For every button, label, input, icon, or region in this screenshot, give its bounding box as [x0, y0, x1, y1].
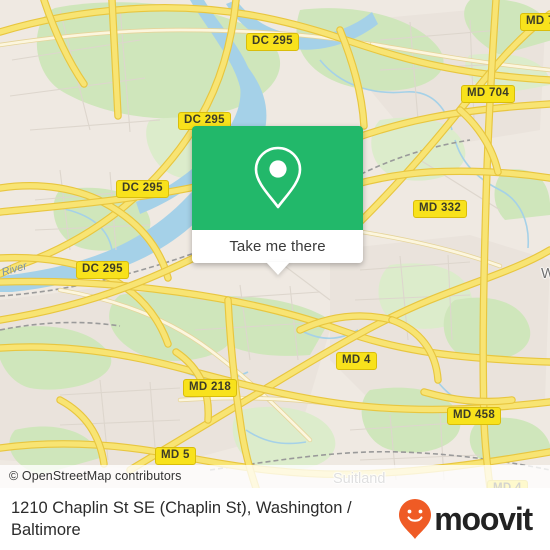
road-shield: MD 4 — [336, 352, 377, 370]
road-shield: MD 458 — [447, 407, 502, 425]
address-title: 1210 Chaplin St SE (Chaplin St), Washing… — [11, 499, 352, 539]
road-shield: MD 7 — [520, 13, 550, 31]
moovit-wordmark: moovit — [434, 501, 533, 537]
place-label-partial: W — [541, 266, 550, 282]
road-shield: DC 295 — [246, 33, 299, 51]
moovit-pin-smiley-icon — [399, 499, 432, 539]
road-shield: MD 5 — [155, 447, 196, 465]
footer-bar: 1210 Chaplin St SE (Chaplin St), Washing… — [0, 488, 550, 550]
road-shield: DC 295 — [76, 261, 129, 279]
map-callout-card[interactable]: Take me there — [192, 126, 363, 275]
road-shield: MD 332 — [413, 200, 468, 218]
moovit-map-screenshot: .land { fill:#efe9e2; } .park { fill:#cf… — [0, 0, 550, 550]
moovit-logo[interactable]: moovit — [398, 498, 540, 540]
road-shield: DC 295 — [116, 180, 169, 198]
road-shield: MD 218 — [183, 379, 238, 397]
osm-attribution[interactable]: © OpenStreetMap contributors — [0, 465, 550, 488]
map-pin-icon — [254, 146, 301, 209]
callout-tail — [265, 262, 290, 275]
road-shield: MD 704 — [461, 85, 516, 103]
callout-action-bar[interactable]: Take me there — [192, 230, 363, 275]
callout-icon-panel — [192, 126, 363, 230]
take-me-there-label: Take me there — [229, 238, 326, 255]
